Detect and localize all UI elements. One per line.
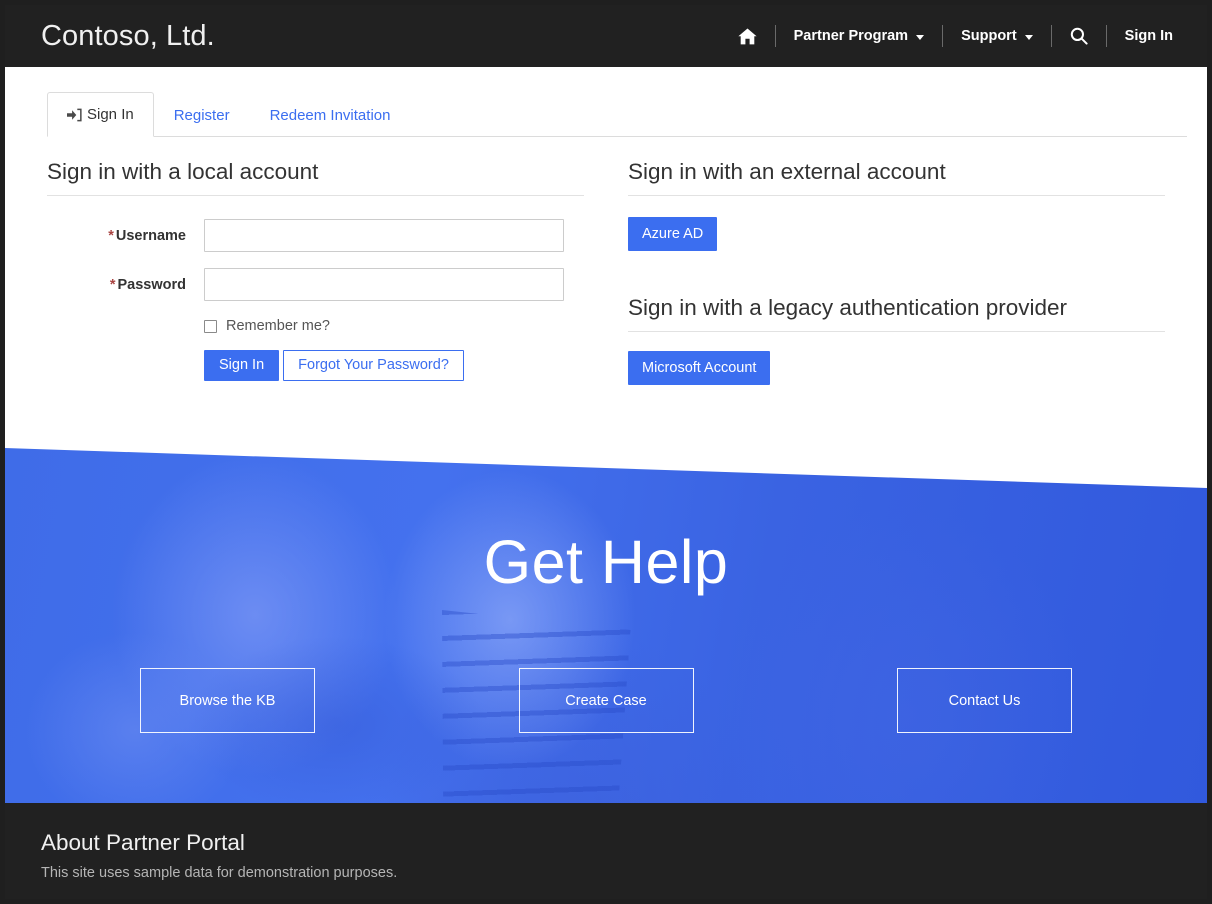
tab-redeem-invitation-label: Redeem Invitation: [269, 106, 391, 124]
required-marker: *: [108, 227, 114, 244]
create-case-button[interactable]: Create Case: [518, 668, 694, 733]
nav-partner-program[interactable]: Partner Program: [776, 29, 942, 44]
forgot-password-button[interactable]: Forgot Your Password?: [283, 350, 464, 381]
azure-ad-button[interactable]: Azure AD: [628, 217, 718, 251]
nav-support-label: Support: [961, 27, 1017, 44]
nav-partner-program-label: Partner Program: [793, 27, 909, 44]
local-account-title: Sign in with a local account: [47, 159, 584, 196]
microsoft-account-button[interactable]: Microsoft Account: [628, 351, 771, 385]
local-account-form: * Username * Password Remember me? Sign …: [47, 219, 584, 381]
tab-sign-in[interactable]: Sign In: [47, 92, 154, 137]
search-icon: [1070, 27, 1088, 45]
nav-home[interactable]: [720, 28, 775, 45]
auth-tabs: Sign In Register Redeem Invitation: [47, 91, 1187, 137]
username-label-text: Username: [115, 227, 186, 244]
password-label-text: Password: [117, 276, 187, 293]
username-input[interactable]: [204, 219, 564, 252]
tab-register-label: Register: [173, 106, 230, 124]
local-account-column: Sign in with a local account * Username *…: [25, 145, 606, 385]
hero-cta-group: Browse the KB Create Case Contact Us: [5, 668, 1207, 733]
page-root: Contoso, Ltd. Partner Program Support Si…: [0, 0, 1212, 904]
remember-me-label: Remember me?: [226, 318, 330, 334]
navbar-links: Partner Program Support Sign In: [720, 5, 1191, 67]
password-label: * Password: [47, 277, 204, 293]
checkbox-box-icon: [204, 319, 217, 333]
hero-background-image: [5, 448, 1207, 813]
password-row: * Password: [47, 268, 584, 301]
remember-me-checkbox[interactable]: Remember me?: [204, 318, 584, 334]
top-navbar: Contoso, Ltd. Partner Program Support Si…: [5, 5, 1207, 67]
external-account-column: Sign in with an external account Azure A…: [606, 145, 1187, 385]
chevron-down-icon: [1024, 34, 1033, 40]
tab-sign-in-label: Sign In: [87, 106, 134, 123]
tab-redeem-invitation[interactable]: Redeem Invitation: [250, 92, 411, 137]
required-marker: *: [109, 276, 116, 293]
chevron-down-icon: [916, 34, 925, 40]
sign-in-icon: [67, 108, 82, 122]
nav-search[interactable]: [1052, 27, 1106, 45]
browse-kb-button[interactable]: Browse the KB: [140, 668, 315, 733]
tab-register[interactable]: Register: [154, 92, 250, 137]
hero-section: Get Help Browse the KB Create Case Conta…: [5, 435, 1207, 813]
password-input[interactable]: [204, 268, 564, 301]
auth-content: Sign in with a local account * Username *…: [5, 145, 1207, 385]
form-actions: Sign In Forgot Your Password?: [204, 350, 584, 381]
legacy-account-title: Sign in with a legacy authentication pro…: [628, 295, 1165, 332]
sign-in-button[interactable]: Sign In: [204, 350, 280, 381]
contact-us-button[interactable]: Contact Us: [897, 668, 1072, 733]
footer-title: About Partner Portal: [41, 830, 245, 855]
remember-me-wrap: Remember me?: [204, 318, 584, 334]
site-footer: About Partner Portal This site uses samp…: [5, 803, 1207, 899]
footer-description: This site uses sample data for demonstra…: [41, 865, 398, 881]
nav-sign-in[interactable]: Sign In: [1107, 29, 1191, 44]
username-row: * Username: [47, 219, 584, 252]
home-icon: [738, 28, 757, 45]
username-label: * Username: [47, 228, 204, 244]
nav-support[interactable]: Support: [943, 29, 1051, 44]
site-brand[interactable]: Contoso, Ltd.: [41, 21, 215, 51]
external-account-title: Sign in with an external account: [628, 159, 1165, 196]
hero-title: Get Help: [483, 528, 729, 596]
